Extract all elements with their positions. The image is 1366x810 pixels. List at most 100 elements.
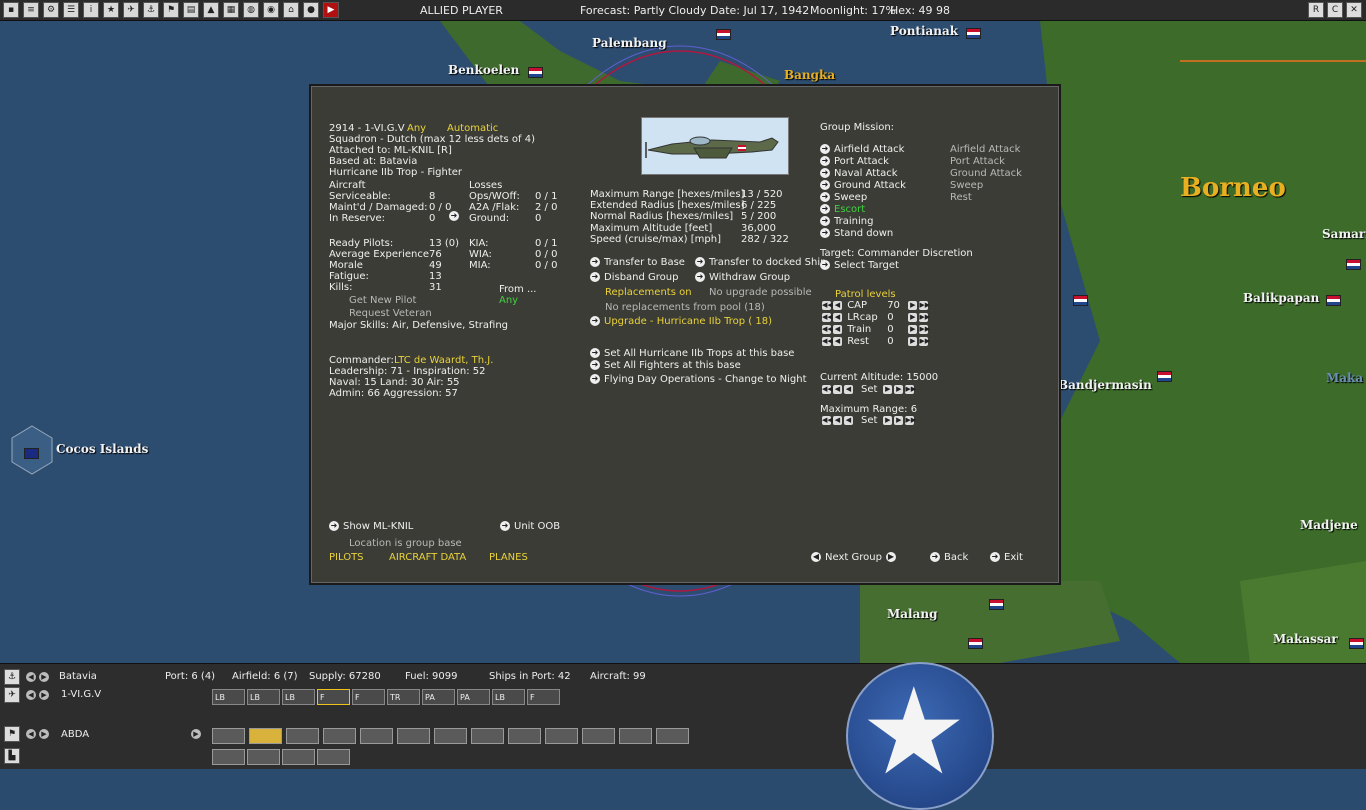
filter-button[interactable] bbox=[317, 749, 350, 765]
restore-window-icon[interactable]: R bbox=[1308, 2, 1324, 18]
secondary-mission[interactable]: Rest bbox=[950, 192, 972, 203]
filter-button[interactable] bbox=[545, 728, 578, 744]
increase-icon[interactable]: ▶ bbox=[894, 415, 904, 425]
flag-icon[interactable]: ⚑ bbox=[4, 726, 20, 742]
decrease-icon[interactable]: ◀ bbox=[833, 415, 842, 425]
aircraft-button[interactable]: PA bbox=[457, 689, 490, 705]
decrease-max-icon[interactable]: ◀◀ bbox=[822, 336, 833, 346]
dutch-flag-icon[interactable] bbox=[1157, 371, 1172, 382]
transfer-base-button[interactable]: ➜ Transfer to Base bbox=[590, 257, 685, 268]
australia-flag-icon[interactable] bbox=[24, 448, 39, 459]
building-icon[interactable]: ▙ bbox=[4, 748, 20, 764]
replacements-toggle[interactable]: Replacements on bbox=[605, 287, 692, 298]
dutch-flag-icon[interactable] bbox=[716, 29, 731, 40]
increase-max-icon[interactable]: ▶▶ bbox=[919, 336, 930, 346]
hq-name[interactable]: ABDA bbox=[61, 729, 89, 740]
filter-button[interactable] bbox=[212, 728, 245, 744]
set-all-fighters-button[interactable]: ➜ Set All Fighters at this base bbox=[590, 360, 741, 371]
ship-icon[interactable]: ⚓ bbox=[143, 2, 159, 18]
notes-icon[interactable]: ≡ bbox=[23, 2, 39, 18]
from-value[interactable]: Any bbox=[499, 295, 518, 306]
increase-small-icon[interactable]: ▶ bbox=[883, 384, 893, 394]
hq-arrow-icon[interactable]: ▶ bbox=[191, 728, 204, 739]
decrease-icon[interactable]: ◀ bbox=[833, 324, 842, 334]
secondary-mission[interactable]: Ground Attack bbox=[950, 168, 1022, 179]
secondary-mission[interactable]: Port Attack bbox=[950, 156, 1005, 167]
filter-button[interactable] bbox=[656, 728, 689, 744]
center-window-icon[interactable]: C bbox=[1327, 2, 1343, 18]
decrease-max-icon[interactable]: ◀◀ bbox=[822, 312, 833, 322]
prev-icon[interactable]: ◀ bbox=[26, 690, 36, 700]
upgrade-button[interactable]: ➜ Upgrade - Hurricane IIb Trop ( 18) bbox=[590, 316, 772, 327]
aircraft-button[interactable]: LB bbox=[492, 689, 525, 705]
plane-icon[interactable]: ✈ bbox=[123, 2, 139, 18]
dutch-flag-icon[interactable] bbox=[966, 28, 981, 39]
decrease-small-icon[interactable]: ◀ bbox=[844, 384, 853, 394]
prev-icon[interactable]: ◀ bbox=[26, 729, 36, 739]
decrease-small-icon[interactable]: ◀ bbox=[844, 415, 853, 425]
dutch-flag-icon[interactable] bbox=[1346, 259, 1361, 270]
globe-icon[interactable]: ◍ bbox=[243, 2, 259, 18]
decrease-icon[interactable]: ◀ bbox=[833, 312, 842, 322]
filter-button[interactable] bbox=[508, 728, 541, 744]
dutch-flag-icon[interactable] bbox=[528, 67, 543, 78]
increase-icon[interactable]: ▶ bbox=[908, 324, 918, 334]
increase-small-icon[interactable]: ▶ bbox=[883, 415, 893, 425]
settings-icon[interactable]: ⚙ bbox=[43, 2, 59, 18]
base-name[interactable]: Batavia bbox=[59, 671, 97, 682]
filter-button[interactable] bbox=[471, 728, 504, 744]
land-icon[interactable]: ▲ bbox=[203, 2, 219, 18]
any-toggle[interactable]: Any bbox=[407, 123, 426, 134]
decrease-max-icon[interactable]: ◀◀ bbox=[822, 415, 833, 425]
mission-airfield-attack[interactable]: ➜ Airfield Attack bbox=[820, 144, 904, 155]
end-turn-icon[interactable]: ▶ bbox=[323, 2, 339, 18]
aircraft-button-selected[interactable]: F bbox=[317, 689, 350, 705]
info-icon[interactable]: i bbox=[83, 2, 99, 18]
decrease-max-icon[interactable]: ◀◀ bbox=[822, 324, 833, 334]
aircraft-button[interactable]: TR bbox=[387, 689, 420, 705]
filter-button[interactable] bbox=[434, 728, 467, 744]
filter-button[interactable] bbox=[286, 728, 319, 744]
flying-ops-button[interactable]: ➜ Flying Day Operations - Change to Night bbox=[590, 374, 807, 385]
aircraft-button[interactable]: LB bbox=[212, 689, 245, 705]
mission-ground-attack[interactable]: ➜ Ground Attack bbox=[820, 180, 906, 191]
transfer-ship-button[interactable]: ➜ Transfer to docked Ship bbox=[695, 257, 827, 268]
filter-button[interactable] bbox=[247, 749, 280, 765]
map-icon[interactable]: ▤ bbox=[183, 2, 199, 18]
increase-max-icon[interactable]: ▶▶ bbox=[905, 384, 916, 394]
airgroup-icon[interactable]: ✈ bbox=[4, 687, 20, 703]
increase-max-icon[interactable]: ▶▶ bbox=[919, 312, 930, 322]
exit-button[interactable]: ➜ Exit bbox=[990, 552, 1023, 563]
dutch-flag-icon[interactable] bbox=[1349, 638, 1364, 649]
next-icon[interactable]: ▶ bbox=[39, 690, 49, 700]
next-group-button[interactable]: ◀ Next Group ▶ bbox=[811, 552, 900, 563]
aircraft-button[interactable]: LB bbox=[247, 689, 280, 705]
secondary-mission[interactable]: Airfield Attack bbox=[950, 144, 1020, 155]
decrease-icon[interactable]: ◀ bbox=[833, 384, 842, 394]
increase-icon[interactable]: ▶ bbox=[908, 300, 918, 310]
decrease-icon[interactable]: ◀ bbox=[833, 300, 842, 310]
medal-icon[interactable]: ★ bbox=[103, 2, 119, 18]
mission-naval-attack[interactable]: ➜ Naval Attack bbox=[820, 168, 898, 179]
tab-planes[interactable]: PLANES bbox=[489, 552, 528, 563]
filter-button[interactable] bbox=[212, 749, 245, 765]
decrease-icon[interactable]: ◀ bbox=[833, 336, 842, 346]
decrease-max-icon[interactable]: ◀◀ bbox=[822, 384, 833, 394]
filter-button[interactable] bbox=[397, 728, 430, 744]
aircraft-button[interactable]: F bbox=[527, 689, 560, 705]
get-pilot-button[interactable]: Get New Pilot bbox=[349, 295, 416, 306]
prev-icon[interactable]: ◀ bbox=[26, 672, 36, 682]
range-set-button[interactable]: Set bbox=[858, 415, 880, 426]
mission-training[interactable]: ➜ Training bbox=[820, 216, 873, 227]
tab-aircraft-data[interactable]: AIRCRAFT DATA bbox=[389, 552, 466, 563]
set-all-type-button[interactable]: ➜ Set All Hurricane IIb Trops at this bas… bbox=[590, 348, 794, 359]
dutch-flag-icon[interactable] bbox=[968, 638, 983, 649]
select-target-button[interactable]: ➜ Select Target bbox=[820, 260, 899, 271]
request-veteran-button[interactable]: Request Veteran bbox=[349, 308, 432, 319]
flag-icon[interactable]: ⚑ bbox=[163, 2, 179, 18]
dutch-flag-icon[interactable] bbox=[1326, 295, 1341, 306]
aircraft-button[interactable]: F bbox=[352, 689, 385, 705]
next-icon[interactable]: ▶ bbox=[39, 672, 49, 682]
save-icon[interactable]: ▪ bbox=[3, 2, 19, 18]
filter-button[interactable] bbox=[282, 749, 315, 765]
